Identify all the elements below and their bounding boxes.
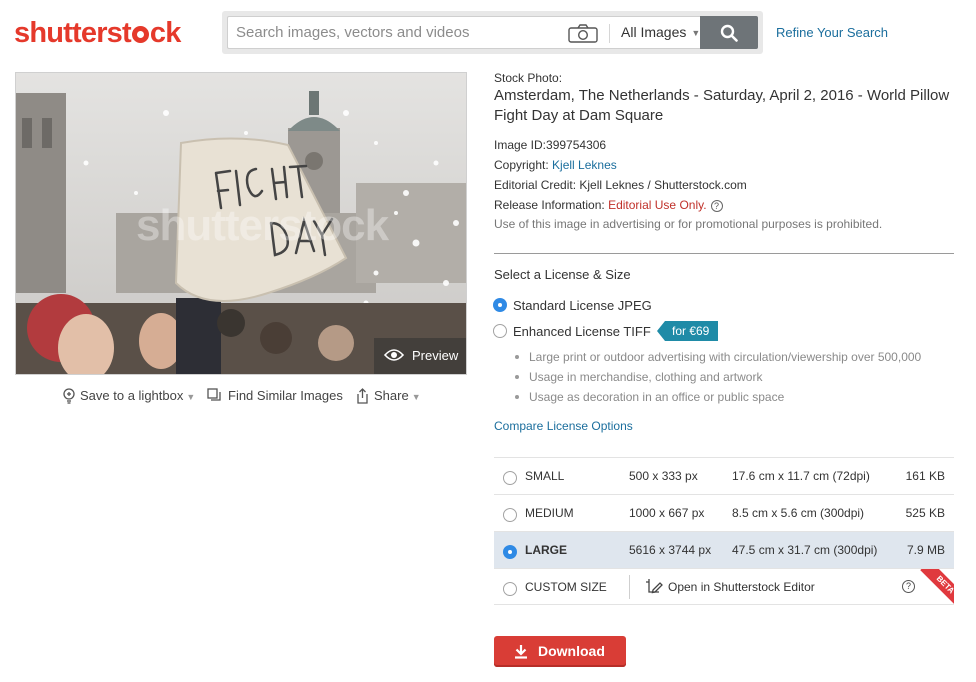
- size-row-medium[interactable]: MEDIUM 1000 x 667 px 8.5 cm x 5.6 cm (30…: [494, 494, 954, 531]
- compare-license-options-link[interactable]: Compare License Options: [494, 419, 633, 433]
- crop-pencil-icon: [646, 579, 663, 594]
- lightbulb-icon: [63, 388, 75, 404]
- editorial-credit-label: Editorial Credit:: [494, 178, 577, 192]
- help-icon[interactable]: ?: [710, 200, 723, 212]
- chevron-down-icon: ▼: [691, 28, 701, 38]
- stock-photo[interactable]: shutterstock Preview: [15, 72, 467, 375]
- image-id-row: Image ID:399754306: [494, 138, 606, 152]
- size-name: MEDIUM: [525, 506, 574, 520]
- editorial-use-only: Editorial Use Only.: [608, 198, 707, 212]
- size-radio-small[interactable]: [503, 471, 517, 485]
- standard-license-radio[interactable]: [493, 298, 507, 312]
- open-in-editor-label: Open in Shutterstock Editor: [668, 580, 815, 594]
- download-button[interactable]: Download: [494, 636, 626, 667]
- search-bar: All Images ▼: [222, 11, 763, 54]
- release-info-label: Release Information:: [494, 198, 605, 212]
- stacked-squares-icon: [207, 388, 221, 401]
- search-input[interactable]: [236, 17, 556, 48]
- copyright-label: Copyright:: [494, 158, 549, 172]
- size-row-small[interactable]: SMALL 500 x 333 px 17.6 cm x 11.7 cm (72…: [494, 457, 954, 494]
- search-divider: [609, 24, 610, 43]
- editorial-credit-row: Editorial Credit: Kjell Leknes / Shutter…: [494, 178, 747, 192]
- standard-license-label[interactable]: Standard License JPEG: [513, 298, 652, 313]
- open-in-editor-link[interactable]: Open in Shutterstock Editor: [645, 569, 815, 605]
- size-file: 7.9 MB: [906, 543, 945, 557]
- download-arrow-icon: [515, 645, 527, 659]
- camera-icon[interactable]: [568, 24, 598, 43]
- image-type-value: All Images: [621, 24, 687, 40]
- preview-label: Preview: [412, 348, 459, 363]
- size-pixels: 500 x 333 px: [629, 469, 698, 483]
- list-item: Large print or outdoor advertising with …: [514, 349, 921, 369]
- release-info-row: Release Information: Editorial Use Only.…: [494, 198, 723, 212]
- logo-prefix: shutterst: [14, 17, 132, 49]
- size-pixels: 1000 x 667 px: [629, 506, 705, 520]
- size-row-large[interactable]: LARGE 5616 x 3744 px 47.5 cm x 31.7 cm (…: [494, 531, 954, 568]
- size-radio-large[interactable]: [503, 545, 517, 559]
- find-similar-label: Find Similar Images: [228, 388, 343, 403]
- size-radio-custom[interactable]: [503, 582, 517, 596]
- usage-restriction-note: Use of this image in advertising or for …: [494, 217, 883, 231]
- size-name: CUSTOM SIZE: [525, 580, 607, 594]
- download-label: Download: [538, 643, 605, 659]
- size-row-custom[interactable]: CUSTOM SIZE Open in Shutterstock Editor …: [494, 568, 954, 607]
- eye-icon: [384, 349, 404, 361]
- chevron-down-icon: ▼: [186, 392, 196, 402]
- enhanced-license-radio[interactable]: [493, 324, 507, 338]
- license-section-label: Select a License & Size: [494, 267, 631, 282]
- image-id-label: Image ID:: [494, 138, 547, 152]
- search-box: All Images ▼: [227, 16, 700, 49]
- size-file: 525 KB: [905, 506, 945, 520]
- custom-size-divider: [629, 575, 630, 599]
- search-button[interactable]: [700, 16, 758, 49]
- watermark: shutterstock: [136, 201, 389, 250]
- size-name: SMALL: [525, 469, 565, 483]
- list-item: Usage in merchandise, clothing and artwo…: [514, 369, 921, 389]
- beta-ribbon: BETA: [916, 569, 954, 607]
- save-to-lightbox-label: Save to a lightbox: [80, 388, 184, 403]
- size-file: 161 KB: [905, 469, 945, 483]
- logo-suffix: ck: [149, 17, 181, 49]
- refine-search-link[interactable]: Refine Your Search: [776, 25, 888, 40]
- share-label: Share: [374, 388, 409, 403]
- image-id-value: 399754306: [546, 138, 607, 152]
- help-icon[interactable]: ?: [902, 580, 915, 593]
- size-print: 17.6 cm x 11.7 cm (72dpi): [732, 469, 870, 483]
- copyright-row: Copyright: Kjell Leknes: [494, 158, 617, 172]
- size-name: LARGE: [525, 543, 567, 557]
- size-print: 8.5 cm x 5.6 cm (300dpi): [732, 506, 865, 520]
- list-item: Usage as decoration in an office or publ…: [514, 389, 921, 409]
- enhanced-license-label[interactable]: Enhanced License TIFF: [513, 324, 651, 339]
- shutterstock-logo[interactable]: shutterst ck: [14, 17, 181, 49]
- size-print: 47.5 cm x 31.7 cm (300dpi): [732, 543, 878, 557]
- share-arrow-icon: [357, 388, 368, 404]
- search-icon: [720, 24, 738, 42]
- size-radio-medium[interactable]: [503, 508, 517, 522]
- enhanced-price-tag: for €69: [657, 321, 719, 341]
- chevron-down-icon: ▼: [411, 392, 421, 402]
- enhanced-license-benefits: Large print or outdoor advertising with …: [514, 349, 921, 409]
- editorial-credit-value: Kjell Leknes / Shutterstock.com: [579, 178, 747, 192]
- size-pixels: 5616 x 3744 px: [629, 543, 712, 557]
- image-actions: Save to a lightbox ▼ Find Similar Images …: [0, 386, 482, 406]
- size-table: SMALL 500 x 333 px 17.6 cm x 11.7 cm (72…: [494, 457, 954, 607]
- preview-button[interactable]: Preview: [374, 338, 466, 374]
- logo-o-ring: [131, 26, 149, 43]
- beta-label: BETA: [920, 569, 954, 607]
- image-title: Amsterdam, The Netherlands - Saturday, A…: [494, 87, 950, 124]
- contributor-link[interactable]: Kjell Leknes: [552, 158, 617, 172]
- section-divider: [494, 253, 954, 254]
- content-type-label: Stock Photo:: [494, 71, 563, 85]
- image-type-select[interactable]: All Images ▼: [621, 17, 700, 48]
